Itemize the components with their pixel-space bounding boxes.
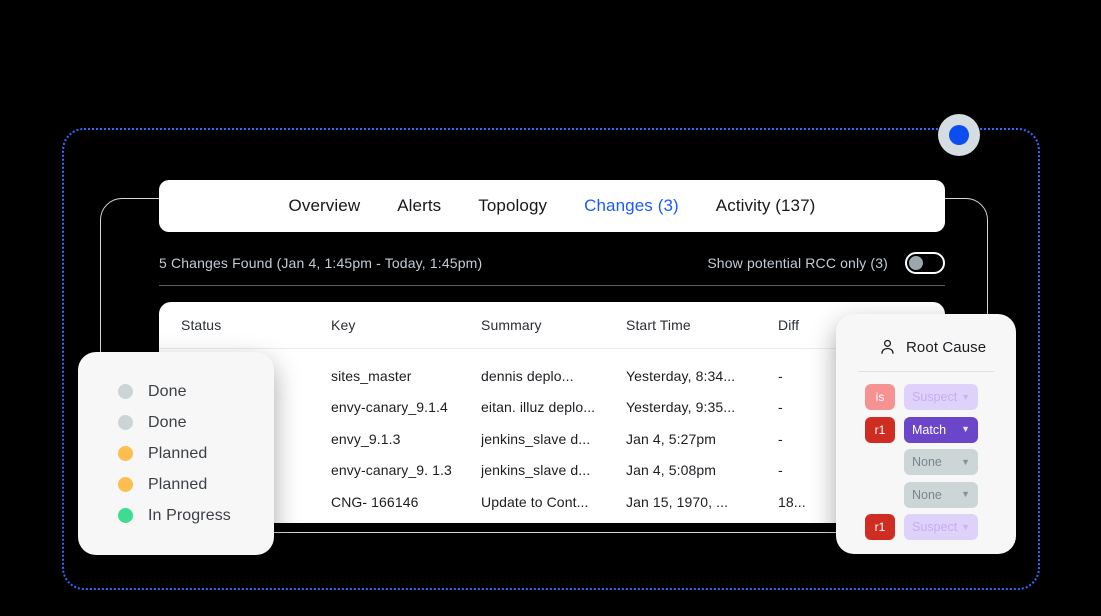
root-cause-row: r1 Suspect ▼ xyxy=(836,511,1016,544)
cell-key: envy-canary_9. 1.3 xyxy=(331,462,452,479)
root-cause-select[interactable]: Match ▼ xyxy=(904,416,978,443)
tab-bar: Overview Alerts Topology Changes (3) Act… xyxy=(159,180,945,232)
cell-start-time: Jan 15, 1970, ... xyxy=(626,493,729,510)
table-row[interactable]: CNG- 166146 Update to Cont... Jan 15, 19… xyxy=(159,486,945,518)
status-legend-panel: Done Done Planned Planned In Progress xyxy=(78,352,274,555)
root-cause-badge xyxy=(865,482,895,508)
tab-activity[interactable]: Activity (137) xyxy=(716,196,816,216)
root-cause-row: None ▼ xyxy=(836,446,1016,479)
table-body: sites_master dennis deplo... Yesterday, … xyxy=(159,349,945,518)
status-label: Planned xyxy=(148,444,208,462)
chevron-down-icon: ▼ xyxy=(961,424,970,435)
status-legend-item[interactable]: Done xyxy=(78,376,274,407)
selection-handle-dot[interactable] xyxy=(938,114,980,156)
root-cause-select-value: None xyxy=(912,455,942,470)
table-row[interactable]: envy_9.1.3 jenkins_slave d... Jan 4, 5:2… xyxy=(159,423,945,455)
root-cause-select-value: Suspect xyxy=(912,390,958,405)
person-icon xyxy=(880,339,895,355)
root-cause-badge xyxy=(865,449,895,475)
root-cause-badge[interactable]: r1 xyxy=(865,514,895,541)
cell-start-time: Jan 4, 5:08pm xyxy=(626,462,717,479)
tab-changes[interactable]: Changes (3) xyxy=(584,196,679,216)
root-cause-select-value: None xyxy=(912,487,942,502)
root-cause-badge[interactable]: r1 xyxy=(865,416,895,443)
chevron-down-icon: ▼ xyxy=(961,521,970,532)
column-header-key[interactable]: Key xyxy=(331,317,481,333)
rcc-toggle-switch[interactable] xyxy=(905,251,945,274)
status-legend-item[interactable]: Planned xyxy=(78,438,274,469)
cell-summary: Update to Cont... xyxy=(481,493,589,510)
changes-table: Status Key Summary Start Time Diff sites… xyxy=(159,302,945,523)
changes-found-label: 5 Changes Found (Jan 4, 1:45pm - Today, … xyxy=(159,254,483,271)
root-cause-row: is Suspect ▼ xyxy=(836,381,1016,414)
status-label: Planned xyxy=(148,475,208,493)
status-label: Done xyxy=(148,382,187,400)
root-cause-panel: Root Cause is Suspect ▼ r1 Match ▼ None … xyxy=(836,314,1016,554)
status-legend-item[interactable]: In Progress xyxy=(78,500,274,531)
table-header-row: Status Key Summary Start Time Diff xyxy=(159,302,945,349)
column-header-status[interactable]: Status xyxy=(181,317,331,333)
cell-summary: jenkins_slave d... xyxy=(481,462,591,479)
cell-key: sites_master xyxy=(331,367,412,384)
tab-topology[interactable]: Topology xyxy=(478,196,547,216)
root-cause-badge[interactable]: is xyxy=(865,384,895,411)
column-header-start-time[interactable]: Start Time xyxy=(626,317,778,333)
root-cause-header: Root Cause xyxy=(836,334,1016,360)
column-header-summary[interactable]: Summary xyxy=(481,317,626,333)
root-cause-title: Root Cause xyxy=(906,338,987,356)
cell-key: envy_9.1.3 xyxy=(331,430,401,447)
cell-summary: jenkins_slave d... xyxy=(481,430,591,447)
cell-start-time: Jan 4, 5:27pm xyxy=(626,430,717,447)
chevron-down-icon: ▼ xyxy=(961,456,970,467)
root-cause-row: None ▼ xyxy=(836,479,1016,512)
rcc-toggle-label: Show potential RCC only (3) xyxy=(707,254,888,271)
root-cause-rows: is Suspect ▼ r1 Match ▼ None ▼ None ▼ r1… xyxy=(836,372,1016,544)
changes-toolbar: 5 Changes Found (Jan 4, 1:45pm - Today, … xyxy=(159,240,945,286)
status-dot-icon xyxy=(118,477,133,492)
status-label: Done xyxy=(148,413,187,431)
table-row[interactable]: envy-canary_9. 1.3 jenkins_slave d... Ja… xyxy=(159,455,945,487)
root-cause-select[interactable]: Suspect ▼ xyxy=(904,384,978,411)
cell-start-time: Yesterday, 9:35... xyxy=(626,399,736,416)
cell-summary: dennis deplo... xyxy=(481,367,574,384)
rcc-filter-group: Show potential RCC only (3) xyxy=(707,251,945,274)
root-cause-select-value: Suspect xyxy=(912,520,958,535)
cell-key: CNG- 166146 xyxy=(331,493,419,510)
status-dot-icon xyxy=(118,415,133,430)
chevron-down-icon: ▼ xyxy=(961,391,970,402)
status-legend-item[interactable]: Done xyxy=(78,407,274,438)
root-cause-select[interactable]: Suspect ▼ xyxy=(904,514,978,541)
cell-key: envy-canary_9.1.4 xyxy=(331,399,448,416)
cell-start-time: Yesterday, 8:34... xyxy=(626,367,736,384)
tab-overview[interactable]: Overview xyxy=(289,196,361,216)
status-legend-item[interactable]: Planned xyxy=(78,469,274,500)
cell-summary: eitan. illuz deplo... xyxy=(481,399,596,416)
status-dot-icon xyxy=(118,384,133,399)
table-row[interactable]: sites_master dennis deplo... Yesterday, … xyxy=(159,360,945,392)
root-cause-select-value: Match xyxy=(912,422,947,437)
table-row[interactable]: envy-canary_9.1.4 eitan. illuz deplo... … xyxy=(159,392,945,424)
chevron-down-icon: ▼ xyxy=(961,489,970,500)
root-cause-select[interactable]: None ▼ xyxy=(904,481,978,508)
status-dot-icon xyxy=(118,508,133,523)
status-dot-icon xyxy=(118,446,133,461)
root-cause-select[interactable]: None ▼ xyxy=(904,449,978,476)
root-cause-row: r1 Match ▼ xyxy=(836,414,1016,447)
tab-alerts[interactable]: Alerts xyxy=(397,196,441,216)
status-label: In Progress xyxy=(148,506,231,524)
